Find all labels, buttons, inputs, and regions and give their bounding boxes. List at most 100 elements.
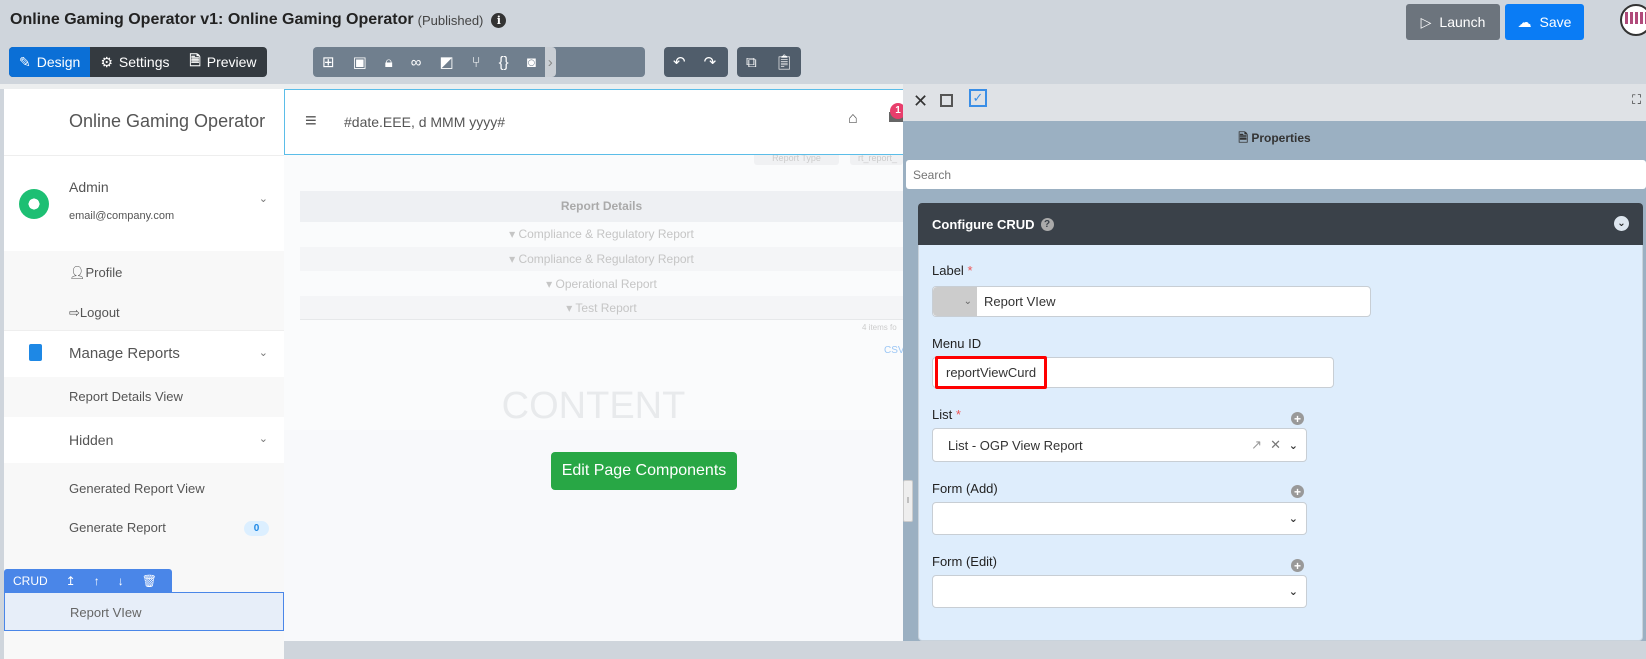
clipboard-toolbar: ⧉ 📋︎	[737, 47, 801, 77]
camera-icon[interactable]: ◙	[518, 47, 545, 77]
page-icon[interactable]: ▣	[344, 47, 376, 77]
mode-settings[interactable]: ⚙ Settings	[90, 47, 179, 77]
add-form-icon[interactable]: +	[1291, 485, 1304, 498]
table-row[interactable]: ▾ Operational Report	[300, 272, 903, 296]
delete-icon[interactable]: 🗑︎	[142, 574, 157, 588]
brand-name: Online Gaming Operator	[69, 111, 266, 131]
add-form-edit-icon[interactable]: +	[1291, 559, 1304, 572]
clear-icon[interactable]: ✕	[1270, 437, 1281, 453]
save-button[interactable]: ☁ Save	[1505, 4, 1584, 40]
redo-icon[interactable]: ↷	[695, 47, 726, 77]
project-title: Online Gaming Operator v1: Online Gaming…	[10, 11, 414, 28]
sidebar-item-manage-reports[interactable]: Manage Reports ⌄	[4, 332, 284, 377]
label-value: Report VIew	[984, 294, 1056, 309]
form-add-select[interactable]: ⌄	[932, 502, 1307, 535]
logout-link[interactable]: ⇨Logout	[69, 305, 120, 321]
form-edit-label: Form (Edit)	[932, 554, 997, 569]
mode-design[interactable]: ✎ Design	[9, 47, 91, 77]
content-placeholder: CONTENT	[501, 385, 686, 427]
label-text: List	[932, 407, 953, 422]
form-edit-select[interactable]: ⌄	[932, 575, 1307, 608]
undo-icon[interactable]: ↶	[664, 47, 695, 77]
chevron-down-icon: ⌄	[258, 347, 268, 359]
collapse-chevron-icon[interactable]: ⌄	[1614, 216, 1629, 231]
window-icon[interactable]	[940, 94, 953, 107]
mode-label: Settings	[118, 54, 170, 70]
table-row[interactable]: ▾ Compliance & Regulatory Report	[300, 222, 903, 246]
document-icon: 🗎	[1238, 131, 1252, 145]
label-field-label: Label *	[932, 263, 973, 278]
code-braces-icon[interactable]: {}	[490, 47, 518, 77]
checkbox-icon[interactable]: ✓	[969, 89, 987, 107]
mode-label: Design	[36, 54, 81, 70]
list-value: List - OGP View Report	[948, 437, 1083, 453]
user-avatar-icon	[19, 189, 49, 219]
count-badge: 0	[244, 521, 269, 536]
row-label: Compliance & Regulatory Report	[518, 252, 694, 266]
sidebar-item-hidden[interactable]: Hidden ⌄	[4, 417, 284, 463]
app-title: Online Gaming Operator v1: Online Gaming…	[10, 11, 507, 29]
move-top-icon[interactable]: ↥	[66, 574, 76, 588]
resize-handle[interactable]: ‖	[903, 480, 913, 522]
app-header: ≡ #date.EEE, d MMM yyyy# ⌂ 1	[284, 89, 924, 155]
label-input[interactable]: ⌄ Report VIew	[932, 286, 1371, 317]
user-avatar[interactable]	[1620, 4, 1646, 36]
row-label: Compliance & Regulatory Report	[518, 227, 694, 241]
tools-toolbar: ⊞ ▣ 🔒︎ ∞ ◩ ⑂ {} ◙ ›	[313, 47, 645, 77]
info-icon[interactable]: i	[491, 12, 507, 28]
profile-link[interactable]: 👤︎Profile	[69, 265, 122, 281]
fullscreen-icon[interactable]: ⛶	[1632, 92, 1641, 108]
table-row[interactable]: ▾ Test Report	[300, 296, 903, 320]
date-display: #date.EEE, d MMM yyyy#	[344, 114, 506, 130]
form-add-label: Form (Add)	[932, 481, 998, 496]
list-label: List *	[932, 407, 961, 422]
section-title: Configure CRUD	[932, 216, 1035, 232]
external-link-icon[interactable]: ↗	[1251, 437, 1262, 453]
hamburger-menu-icon[interactable]: ≡	[305, 110, 317, 133]
configure-crud-header[interactable]: Configure CRUD ? ⌄	[918, 203, 1643, 245]
close-icon[interactable]: ✕	[913, 91, 928, 112]
row-label: Test Report	[575, 301, 637, 315]
menu-id-label: Menu ID	[932, 336, 982, 351]
icon-picker-dropdown[interactable]: ⌄	[933, 287, 977, 316]
list-select[interactable]: List - OGP View Report ↗ ✕ ⌄	[932, 428, 1307, 462]
chevron-down-icon: ⌄	[258, 193, 268, 205]
sidebar-item-report-details-view[interactable]: Report Details View	[4, 377, 284, 417]
chevron-down-icon: ⌄	[1288, 439, 1298, 452]
move-down-icon[interactable]: ↓	[118, 574, 124, 588]
chevron-down-icon: ⌄	[1288, 586, 1298, 598]
selected-menu-item-report-view[interactable]: Report VIew	[4, 592, 284, 631]
properties-search-input[interactable]	[906, 160, 1646, 189]
branch-icon[interactable]: ⑂	[463, 47, 490, 77]
mode-preview[interactable]: 🗎 Preview	[179, 47, 266, 77]
logout-icon: ⇨	[69, 305, 80, 320]
launch-label: Launch	[1439, 14, 1486, 30]
sitemap-icon[interactable]: ⊞	[313, 47, 344, 77]
help-icon[interactable]: ?	[1040, 217, 1054, 231]
translate-icon[interactable]: ◩	[430, 47, 462, 77]
sidebar-item-generated-report-view[interactable]: Generated Report View	[69, 481, 205, 496]
save-label: Save	[1539, 14, 1572, 30]
user-menu[interactable]: Admin email@company.com ⌄	[4, 156, 284, 251]
crud-tag: CRUD	[13, 574, 48, 588]
scroll-right-icon[interactable]: ›	[544, 47, 556, 77]
csv-link[interactable]: CSV	[884, 345, 905, 356]
sidebar-item-generate-report[interactable]: Generate Report	[69, 520, 166, 535]
add-list-icon[interactable]: +	[1291, 412, 1304, 425]
mode-switcher: ✎ Design ⚙ Settings 🗎 Preview	[9, 47, 267, 77]
move-up-icon[interactable]: ↑	[94, 574, 100, 588]
paste-icon[interactable]: 📋︎	[766, 47, 803, 77]
copy-icon[interactable]: ⧉	[737, 47, 766, 77]
required-marker: *	[955, 407, 961, 422]
home-icon[interactable]: ⌂	[848, 110, 858, 128]
table-row[interactable]: ▾ Compliance & Regulatory Report	[300, 247, 903, 271]
launch-button[interactable]: ▷ Launch	[1406, 4, 1500, 40]
table-header: Report Details	[300, 191, 903, 222]
edit-page-components-button[interactable]: Edit Page Components	[551, 452, 737, 490]
publish-status: (Published)	[417, 12, 484, 28]
chevron-down-icon: ⌄	[1288, 513, 1298, 525]
menu-id-input[interactable]: reportViewCurd	[932, 356, 1334, 389]
item-label: Report VIew	[70, 605, 142, 620]
binoculars-icon[interactable]: ∞	[402, 47, 431, 77]
lock-icon[interactable]: 🔒︎	[376, 47, 402, 77]
